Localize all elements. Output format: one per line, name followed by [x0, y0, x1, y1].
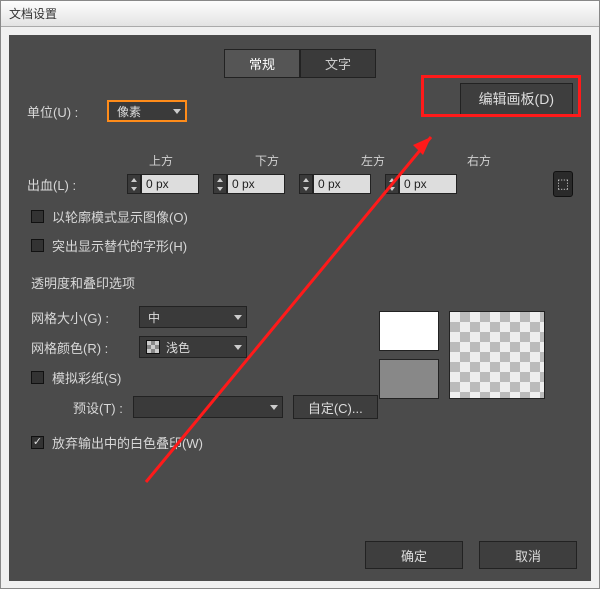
custom-button[interactable]: 自定(C)...: [293, 395, 378, 419]
bleed-top-input[interactable]: [141, 174, 199, 194]
grid-size-value: 中: [148, 309, 160, 326]
grid-color-select[interactable]: 浅色: [139, 336, 247, 358]
stepper-up-icon[interactable]: [128, 175, 140, 184]
bleed-head-right: 右方: [445, 152, 551, 169]
window-title: 文档设置: [1, 1, 599, 27]
chevron-down-icon: [270, 405, 278, 410]
stepper-down-icon[interactable]: [386, 184, 398, 193]
units-select[interactable]: 像素: [107, 100, 187, 122]
edit-artboard-button[interactable]: 编辑画板(D): [460, 83, 573, 115]
grid-color-value: 浅色: [166, 339, 190, 356]
preview-checker: [449, 311, 545, 399]
outline-label: 以轮廓模式显示图像(O): [52, 207, 188, 226]
section-transparency: 透明度和叠印选项: [31, 273, 573, 292]
units-label: 单位(U) :: [27, 102, 107, 121]
alt-glyph-label: 突出显示替代的字形(H): [52, 236, 187, 255]
tab-text[interactable]: 文字: [300, 49, 376, 78]
stepper-up-icon[interactable]: [300, 175, 312, 184]
preview-grey: [379, 359, 439, 399]
bleed-right-spinner[interactable]: [385, 174, 457, 194]
chevron-down-icon: [234, 315, 242, 320]
units-value: 像素: [117, 103, 141, 120]
cancel-button[interactable]: 取消: [479, 541, 577, 569]
sim-paper-label: 模拟彩纸(S): [52, 368, 121, 387]
alt-glyph-checkbox[interactable]: [31, 239, 44, 252]
stepper-down-icon[interactable]: [128, 184, 140, 193]
tabs: 常规 文字: [27, 49, 573, 78]
ok-button[interactable]: 确定: [365, 541, 463, 569]
tab-general[interactable]: 常规: [224, 49, 300, 78]
outline-checkbox[interactable]: [31, 210, 44, 223]
preview-white: [379, 311, 439, 351]
bleed-label: 出血(L) :: [27, 175, 127, 194]
bleed-top-spinner[interactable]: [127, 174, 199, 194]
stepper-down-icon[interactable]: [214, 184, 226, 193]
chevron-down-icon: [173, 109, 181, 114]
dialog-panel: 常规 文字 单位(U) : 像素 编辑画板(D) 上方 下方 左方 右方 出血(…: [9, 35, 591, 581]
discard-white-checkbox[interactable]: [31, 436, 44, 449]
chevron-down-icon: [234, 345, 242, 350]
preset-select[interactable]: [133, 396, 283, 418]
bleed-headers: 上方 下方 左方 右方: [127, 152, 573, 169]
bleed-bottom-input[interactable]: [227, 174, 285, 194]
bleed-bottom-spinner[interactable]: [213, 174, 285, 194]
grid-color-label: 网格颜色(R) :: [27, 338, 139, 357]
bleed-head-bottom: 下方: [233, 152, 339, 169]
bleed-right-input[interactable]: [399, 174, 457, 194]
bleed-head-left: 左方: [339, 152, 445, 169]
stepper-up-icon[interactable]: [386, 175, 398, 184]
stepper-up-icon[interactable]: [214, 175, 226, 184]
bleed-head-top: 上方: [127, 152, 233, 169]
grid-size-select[interactable]: 中: [139, 306, 247, 328]
sim-paper-checkbox[interactable]: [31, 371, 44, 384]
stepper-down-icon[interactable]: [300, 184, 312, 193]
bleed-left-input[interactable]: [313, 174, 371, 194]
grid-size-label: 网格大小(G) :: [27, 308, 139, 327]
preset-label: 预设(T) :: [73, 398, 123, 417]
link-values-icon[interactable]: ⬚: [553, 171, 573, 197]
discard-white-label: 放弃输出中的白色叠印(W): [52, 433, 203, 452]
grid-previews: [379, 311, 545, 399]
swatch-icon: [146, 340, 160, 354]
bleed-left-spinner[interactable]: [299, 174, 371, 194]
